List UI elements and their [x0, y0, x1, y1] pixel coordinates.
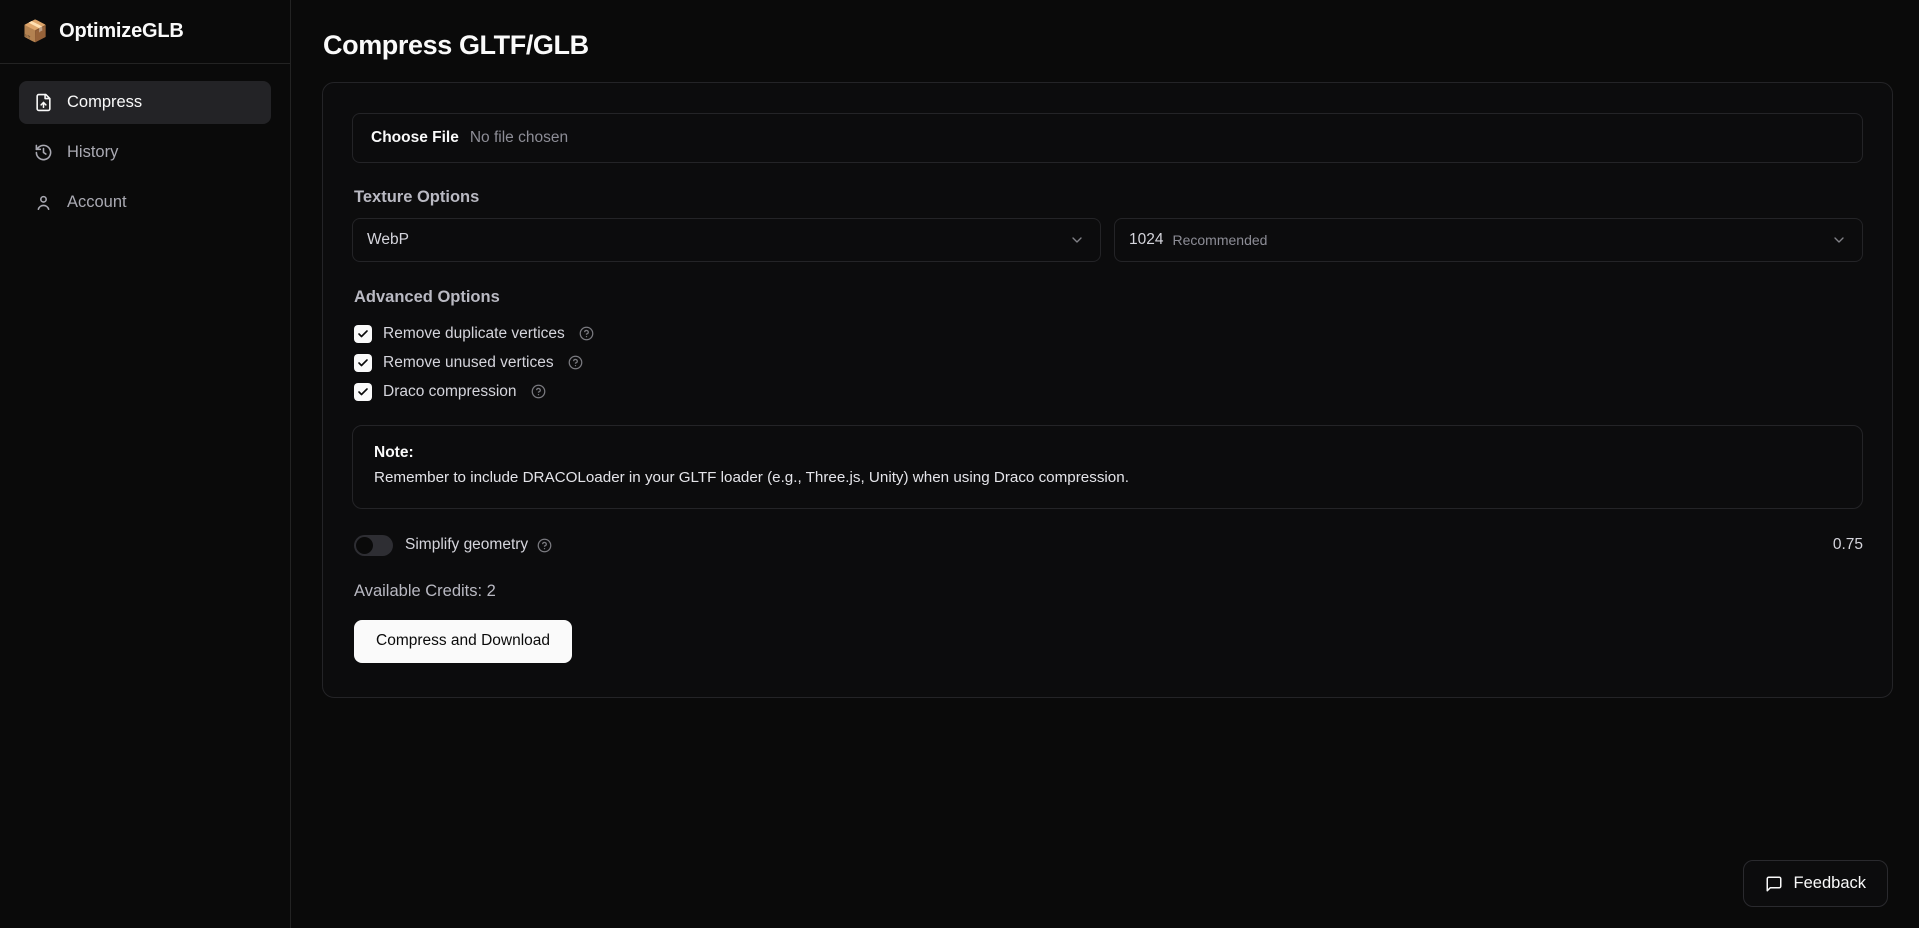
checkbox-box[interactable]: [354, 324, 372, 343]
history-icon: [34, 143, 53, 162]
help-circle-icon[interactable]: [579, 326, 594, 341]
simplify-geometry-toggle[interactable]: [354, 534, 393, 556]
draco-note: Note: Remember to include DRACOLoader in…: [352, 425, 1863, 509]
simplify-geometry-label: Simplify geometry: [405, 536, 529, 554]
brand[interactable]: 📦 OptimizeGLB: [0, 0, 290, 64]
checkbox-remove-duplicate-vertices[interactable]: Remove duplicate vertices: [354, 319, 1863, 348]
help-circle-icon[interactable]: [568, 355, 583, 370]
file-picker[interactable]: Choose File No file chosen: [352, 113, 1863, 163]
sidebar-item-account[interactable]: Account: [19, 181, 271, 224]
file-up-icon: [34, 93, 53, 112]
sidebar-item-history[interactable]: History: [19, 131, 271, 174]
note-title: Note:: [374, 444, 414, 461]
user-icon: [34, 193, 53, 212]
checkbox-draco-compression[interactable]: Draco compression: [354, 377, 1863, 406]
texture-options-heading: Texture Options: [354, 188, 480, 206]
checkbox-remove-unused-vertices[interactable]: Remove unused vertices: [354, 348, 1863, 377]
simplify-geometry-value: 0.75: [1832, 536, 1863, 554]
checkbox-box[interactable]: [354, 353, 372, 372]
simplify-geometry-row: Simplify geometry 0.75: [354, 534, 1863, 556]
feedback-label: Feedback: [1793, 874, 1866, 892]
texture-resolution-hint: Recommended: [1172, 232, 1268, 248]
texture-options-row: WebP 1024 Recommended: [352, 218, 1863, 262]
file-status-text: No file chosen: [469, 129, 569, 146]
texture-format-value: WebP: [367, 231, 409, 248]
help-circle-icon[interactable]: [531, 384, 546, 399]
package-icon: 📦: [22, 20, 49, 43]
compress-form-card: Choose File No file chosen Texture Optio…: [322, 82, 1893, 698]
texture-format-select[interactable]: WebP: [352, 218, 1101, 262]
message-square-icon: [1765, 875, 1783, 893]
brand-name: OptimizeGLB: [59, 20, 184, 42]
sidebar: 📦 OptimizeGLB Compress History Account: [0, 0, 291, 928]
texture-resolution-value: 1024: [1129, 231, 1164, 248]
checkbox-box[interactable]: [354, 382, 372, 401]
toggle-knob: [356, 536, 373, 554]
page-title: Compress GLTF/GLB: [323, 30, 589, 60]
checkbox-label: Remove unused vertices: [383, 353, 554, 371]
advanced-options-heading: Advanced Options: [354, 288, 500, 306]
sidebar-item-label: Account: [67, 193, 127, 211]
chevron-down-icon: [1831, 232, 1847, 248]
available-credits: Available Credits: 2: [354, 581, 496, 600]
compress-and-download-button[interactable]: Compress and Download: [354, 619, 573, 663]
note-body: Remember to include DRACOLoader in your …: [374, 469, 1129, 486]
chevron-down-icon: [1069, 232, 1085, 248]
choose-file-button[interactable]: Choose File: [371, 129, 459, 147]
texture-resolution-select[interactable]: 1024 Recommended: [1114, 218, 1863, 262]
sidebar-nav: Compress History Account: [0, 64, 290, 224]
sidebar-item-label: History: [67, 143, 119, 161]
checkbox-label: Remove duplicate vertices: [383, 324, 565, 342]
main-content: Compress GLTF/GLB Choose File No file ch…: [291, 0, 1919, 928]
help-circle-icon[interactable]: [537, 538, 552, 553]
checkbox-label: Draco compression: [383, 382, 517, 400]
sidebar-item-compress[interactable]: Compress: [19, 81, 271, 124]
sidebar-item-label: Compress: [67, 93, 143, 111]
app-root: 📦 OptimizeGLB Compress History Account C…: [0, 0, 1919, 928]
feedback-button[interactable]: Feedback: [1742, 860, 1888, 907]
